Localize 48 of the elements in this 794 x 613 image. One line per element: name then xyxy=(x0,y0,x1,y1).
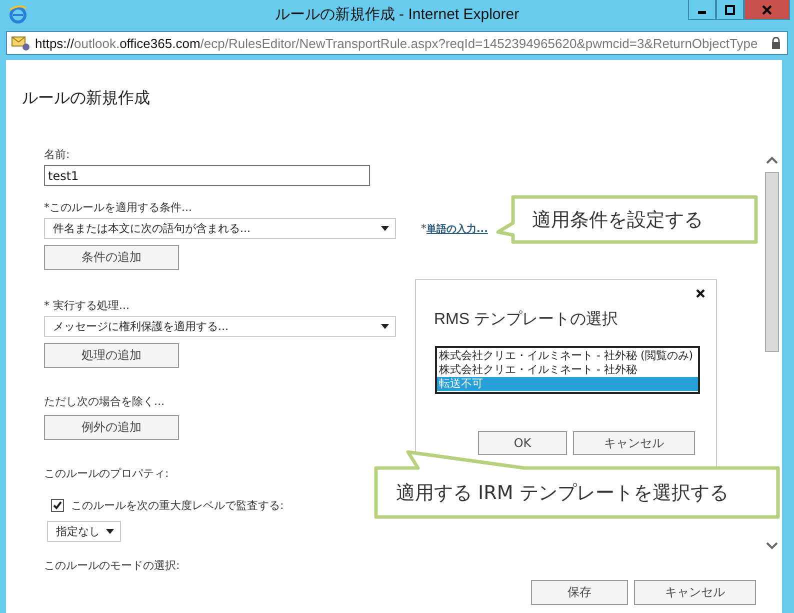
browser-logo-icon xyxy=(8,4,28,24)
dropdown-caret-icon xyxy=(381,324,389,329)
add-condition-button[interactable]: 条件の追加 xyxy=(44,245,179,270)
checkbox-label: このルールを次の重大度レベルで監査する: xyxy=(71,498,284,513)
template-option[interactable]: 株式会社クリエ・イルミネート - 社外秘 xyxy=(437,363,698,377)
scroll-up-icon xyxy=(766,156,778,164)
field-label: ただし次の場合を除く... xyxy=(44,394,164,409)
window-title: ルールの新規作成 - Internet Explorer xyxy=(274,5,520,24)
dropdown-caret-icon xyxy=(106,529,114,534)
scroll-down-icon xyxy=(766,542,778,550)
callout-text: 適用する IRM テンプレートを選択する xyxy=(396,481,728,506)
action-dropdown[interactable]: メッセージに権利保護を適用する... xyxy=(44,316,396,337)
lock-icon xyxy=(771,37,781,49)
page-title: ルールの新規作成 xyxy=(22,88,151,109)
section-label: このルールのプロパティ: xyxy=(44,466,169,481)
close-button[interactable] xyxy=(744,0,790,20)
minimize-icon xyxy=(698,11,706,14)
name-input-field[interactable]: test1 xyxy=(44,165,370,186)
cancel-button[interactable]: キャンセル xyxy=(634,580,756,605)
maximize-icon xyxy=(725,4,735,14)
field-label: このルールのモードの選択: xyxy=(44,558,180,573)
scrollbar-thumb[interactable] xyxy=(765,172,779,352)
field-label: * 実行する処理... xyxy=(44,298,130,313)
audit-checkbox[interactable] xyxy=(51,499,64,512)
page-icon xyxy=(11,35,31,51)
minimize-button[interactable] xyxy=(688,0,716,20)
template-option[interactable]: 株式会社クリエ・イルミネート - 社外秘 (閲覧のみ) xyxy=(437,349,698,363)
maximize-button[interactable] xyxy=(716,0,744,20)
ok-button[interactable]: OK xyxy=(478,431,567,455)
add-exception-button[interactable]: 例外の追加 xyxy=(44,415,179,440)
cancel-button[interactable]: キャンセル xyxy=(573,431,695,455)
link-prefix: * xyxy=(421,222,426,235)
dropdown-caret-icon xyxy=(381,226,389,231)
address-field[interactable]: https://outlook.office365.com/ecp/RulesEditor/NewTransportRule.aspx?reqId=1452394965620&pwmcid=3&ReturnObjectType xyxy=(6,31,788,55)
scrollbar[interactable] xyxy=(764,156,780,352)
close-icon[interactable] xyxy=(696,289,705,298)
template-list[interactable]: 株式会社クリエ・イルミネート - 社外秘 (閲覧のみ) 株式会社クリエ・イルミネート - 社外秘 転送不可 xyxy=(435,346,700,394)
dialog-title: RMS テンプレートの選択 xyxy=(434,310,618,330)
url-text: https://outlook.office365.com/ecp/RulesEditor/NewTransportRule.aspx?reqId=1452394965620&pwmcid=3&ReturnObjectType xyxy=(35,36,759,50)
callout-text: 適用条件を設定する xyxy=(532,208,703,233)
condition-dropdown[interactable]: 件名または本文に次の語句が含まれる... xyxy=(44,218,396,239)
severity-dropdown[interactable]: 指定なし xyxy=(47,521,121,542)
save-button[interactable]: 保存 xyxy=(531,580,628,605)
add-action-button[interactable]: 処理の追加 xyxy=(44,343,179,368)
field-label: 名前: xyxy=(44,147,70,162)
enter-words-link[interactable]: 単語の入力... xyxy=(426,222,488,236)
close-icon xyxy=(762,4,772,14)
field-label: *このルールを適用する条件... xyxy=(44,200,192,215)
